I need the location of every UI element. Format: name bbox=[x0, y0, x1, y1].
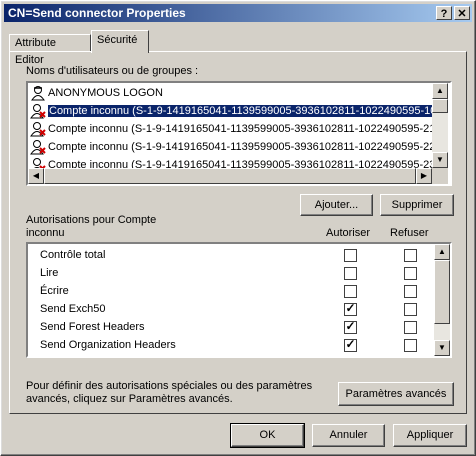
permission-deny-checkbox[interactable] bbox=[404, 285, 417, 298]
advanced-settings-button[interactable]: Paramètres avancés bbox=[338, 382, 454, 406]
users-label: Noms d'utilisateurs ou de groupes : bbox=[26, 65, 199, 77]
scroll-up-arrow-icon[interactable]: ▲ bbox=[432, 83, 448, 99]
scroll-left-arrow-icon[interactable]: ◀ bbox=[28, 168, 44, 184]
user-list-item-label: ANONYMOUS LOGON bbox=[48, 87, 163, 99]
user-list-item-label: Compte inconnu (S-1-9-1419165041-1139599… bbox=[48, 141, 440, 153]
user-list-item[interactable]: Compte inconnu (S-1-9-1419165041-1139599… bbox=[30, 138, 439, 156]
permissions-label-line1: Autorisations pour Compte bbox=[26, 214, 157, 226]
apply-button[interactable]: Appliquer bbox=[393, 424, 467, 447]
ok-button[interactable]: OK bbox=[230, 423, 305, 448]
permission-deny-checkbox[interactable] bbox=[404, 339, 417, 352]
deny-column-header: Refuser bbox=[390, 227, 429, 239]
user-list-item[interactable]: ANONYMOUS LOGON bbox=[30, 84, 163, 102]
allow-column-header: Autoriser bbox=[326, 227, 371, 239]
horizontal-scroll-thumb[interactable] bbox=[44, 168, 416, 184]
perm-scroll-thumb[interactable] bbox=[434, 260, 450, 324]
permission-deny-checkbox[interactable] bbox=[404, 303, 417, 316]
remove-button[interactable]: Supprimer bbox=[380, 194, 454, 216]
perm-scroll-down-arrow-icon[interactable]: ▼ bbox=[434, 340, 450, 356]
scroll-right-arrow-icon[interactable]: ▶ bbox=[416, 168, 432, 184]
cancel-button[interactable]: Annuler bbox=[312, 424, 385, 447]
users-horizontal-scrollbar[interactable]: ◀ ▶ bbox=[28, 168, 432, 184]
scroll-down-arrow-icon[interactable]: ▼ bbox=[432, 152, 448, 168]
users-list[interactable]: ANONYMOUS LOGON Compte inconnu (S-1-9-141… bbox=[26, 81, 452, 186]
permission-allow-checkbox[interactable]: ✓ bbox=[344, 301, 357, 316]
user-list-item[interactable]: Compte inconnu (S-1-9-1419165041-1139599… bbox=[30, 120, 439, 138]
permission-allow-checkbox[interactable]: ✓ bbox=[344, 319, 357, 334]
properties-dialog: CN=Send connector Properties ? ✕ Attribu… bbox=[0, 0, 476, 456]
tab-securite[interactable]: Sécurité bbox=[91, 30, 149, 53]
add-button[interactable]: Ajouter... bbox=[300, 194, 373, 216]
window-title: CN=Send connector Properties bbox=[8, 6, 186, 20]
user-list-item-label: Compte inconnu (S-1-9-1419165041-1139599… bbox=[46, 104, 443, 118]
user-list-item-label: Compte inconnu (S-1-9-1419165041-1139599… bbox=[48, 123, 440, 135]
permission-name: Lire bbox=[40, 267, 59, 279]
permission-allow-checkbox[interactable] bbox=[344, 267, 357, 280]
permission-name: Contrôle total bbox=[40, 249, 106, 261]
permissions-list[interactable]: Contrôle total Lire Écrire Send Exch50 ✓ Send… bbox=[26, 242, 452, 358]
footer-hint-line2: avancés, cliquez sur Paramètres avancés. bbox=[26, 393, 233, 405]
permission-allow-checkbox[interactable] bbox=[344, 285, 357, 298]
tab-attribute-editor[interactable]: Attribute Editor bbox=[9, 34, 91, 66]
unknown-account-icon bbox=[30, 139, 46, 155]
permission-name: Send Forest Headers bbox=[40, 321, 145, 333]
permission-name: Send Exch50 bbox=[40, 303, 106, 315]
permission-deny-checkbox[interactable] bbox=[404, 249, 417, 262]
title-bar: CN=Send connector Properties ? ✕ bbox=[4, 4, 472, 22]
checkmark-icon: ✓ bbox=[345, 319, 356, 333]
security-panel: Noms d'utilisateurs ou de groupes : ANON… bbox=[9, 51, 467, 414]
permission-name: Écrire bbox=[40, 285, 69, 297]
user-list-item[interactable]: Compte inconnu (S-1-9-1419165041-1139599… bbox=[30, 102, 443, 120]
permission-deny-checkbox[interactable] bbox=[404, 267, 417, 280]
help-button[interactable]: ? bbox=[436, 6, 452, 20]
permission-deny-checkbox[interactable] bbox=[404, 321, 417, 334]
users-vertical-scrollbar[interactable]: ▲ ▼ bbox=[432, 83, 448, 168]
permission-allow-checkbox[interactable] bbox=[344, 249, 357, 262]
permission-name: Send Organization Headers bbox=[40, 339, 176, 351]
anonymous-user-icon bbox=[30, 85, 46, 101]
perm-scroll-up-arrow-icon[interactable]: ▲ bbox=[434, 244, 450, 260]
unknown-account-icon bbox=[30, 121, 46, 137]
footer-hint-line1: Pour définir des autorisations spéciales… bbox=[26, 380, 313, 392]
scroll-thumb[interactable] bbox=[432, 99, 448, 113]
permissions-vertical-scrollbar[interactable]: ▲ ▼ bbox=[434, 244, 450, 356]
close-button[interactable]: ✕ bbox=[454, 6, 470, 20]
checkmark-icon: ✓ bbox=[345, 301, 356, 315]
checkmark-icon: ✓ bbox=[345, 337, 356, 351]
permissions-label-line2: inconnu bbox=[26, 227, 65, 239]
permission-allow-checkbox[interactable]: ✓ bbox=[344, 337, 357, 352]
scroll-corner bbox=[432, 168, 448, 184]
unknown-account-icon bbox=[30, 103, 46, 119]
